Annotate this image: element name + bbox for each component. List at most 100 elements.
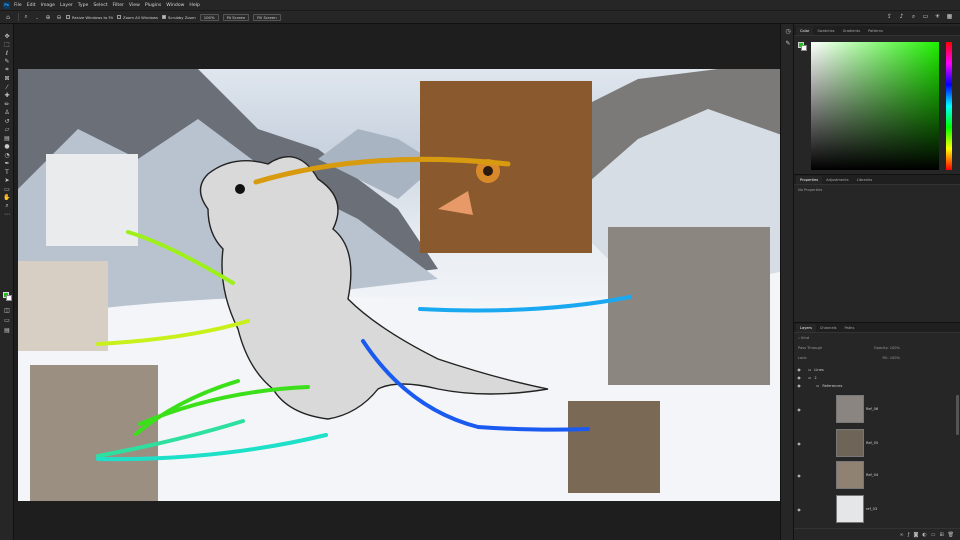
eyedropper-icon[interactable]: ⁄ (2, 83, 12, 92)
healing-icon[interactable]: ✚ (2, 92, 12, 101)
lasso-icon[interactable]: ℓ (2, 49, 12, 58)
chevron-down-icon[interactable]: ⌄ (33, 13, 41, 21)
zoom-icon[interactable]: ⌕ (2, 202, 12, 211)
layers-scrollbar[interactable] (956, 395, 959, 435)
tab-color[interactable]: Color (796, 27, 814, 35)
quick-select-icon[interactable]: ✎ (2, 58, 12, 67)
fill-screen-button[interactable]: Fill Screen (253, 13, 281, 21)
type-icon[interactable]: T (2, 168, 12, 177)
eye-icon[interactable]: ◉ (796, 375, 802, 380)
photoshop-logo[interactable]: Ps (3, 1, 10, 9)
new-group-icon[interactable]: ▭ (931, 532, 936, 538)
eye-icon[interactable]: ◉ (796, 507, 802, 512)
tab-libraries[interactable]: Libraries (853, 176, 877, 184)
move-icon[interactable]: ✥ (2, 32, 12, 41)
path-select-icon[interactable]: ➤ (2, 177, 12, 186)
menu-window[interactable]: Window (166, 3, 184, 8)
tab-properties[interactable]: Properties (796, 176, 823, 184)
fill-field[interactable]: Fill: 100% (883, 356, 900, 360)
menu-file[interactable]: File (14, 3, 22, 8)
screen-mode-icon[interactable]: ▭ (2, 316, 12, 325)
layer-row[interactable]: ◉ Ref_04 (794, 461, 954, 489)
search-icon[interactable]: ⌕ (909, 12, 918, 21)
bell-icon[interactable]: ♪ (897, 12, 906, 21)
frame-icon[interactable]: ⊠ (2, 75, 12, 84)
eraser-icon[interactable]: ▱ (2, 126, 12, 135)
kind-filter[interactable]: ⌕ Kind (794, 333, 960, 343)
panel-layout-icon[interactable]: ▦ (945, 12, 954, 21)
eye-icon[interactable]: ◉ (796, 407, 802, 412)
home-icon[interactable]: ⌂ (4, 13, 12, 21)
gradient-icon[interactable]: ▤ (2, 134, 12, 143)
tab-patterns[interactable]: Patterns (864, 27, 887, 35)
marquee-icon[interactable]: ⬚ (2, 41, 12, 50)
lightbulb-icon[interactable]: ☀ (933, 12, 942, 21)
menu-edit[interactable]: Edit (27, 3, 36, 8)
menu-plugins[interactable]: Plugins (145, 3, 161, 8)
color-panel-background-swatch[interactable] (801, 45, 807, 51)
brush-icon[interactable]: ✏ (2, 100, 12, 109)
layer-row[interactable]: ◉ Ref_05 (794, 429, 954, 457)
zoom-all-windows-checkbox[interactable]: Zoom All Windows (117, 15, 158, 20)
adjustment-icon[interactable]: ◐ (922, 532, 926, 538)
trash-icon[interactable]: 🗑 (948, 532, 954, 538)
brush-settings-icon[interactable]: ✎ (783, 39, 793, 48)
color-picker-field[interactable] (811, 42, 939, 170)
more-tools-icon[interactable]: ⋯ (2, 211, 12, 220)
menu-layer[interactable]: Layer (60, 3, 73, 8)
share-icon[interactable]: ⇪ (885, 12, 894, 21)
zoom-100-button[interactable]: 100% (199, 13, 219, 21)
tab-paths[interactable]: Paths (841, 324, 859, 332)
resize-windows-checkbox[interactable]: Resize Windows to Fit (66, 15, 113, 20)
zoom-tool-icon[interactable]: ⌕ (22, 13, 30, 21)
edit-toolbar-icon[interactable]: ▤ (2, 326, 12, 335)
canvas-area[interactable] (14, 24, 793, 540)
tab-layers[interactable]: Layers (796, 324, 816, 332)
blend-mode-row: Pass Through Opacity: 100% (794, 343, 904, 353)
workspace-icon[interactable]: ▭ (921, 12, 930, 21)
hand-icon[interactable]: ✋ (2, 194, 12, 203)
pen-icon[interactable]: ✒ (2, 160, 12, 169)
fit-screen-button[interactable]: Fit Screen (222, 13, 250, 21)
zoom-out-icon[interactable]: ⊖ (55, 13, 63, 21)
menu-type[interactable]: Type (78, 3, 89, 8)
tab-gradients[interactable]: Gradients (839, 27, 865, 35)
document-canvas[interactable] (18, 69, 793, 501)
tab-channels[interactable]: Channels (816, 324, 841, 332)
eye-icon[interactable]: ◉ (796, 473, 802, 478)
blur-icon[interactable]: ● (2, 143, 12, 152)
layer-row[interactable]: ◉ Ref_06 (794, 395, 954, 423)
new-layer-icon[interactable]: ⊞ (939, 532, 943, 538)
zoom-in-icon[interactable]: ⊕ (44, 13, 52, 21)
opacity-field[interactable]: Opacity: 100% (874, 346, 900, 350)
blend-mode-select[interactable]: Pass Through (798, 346, 822, 350)
tab-adjustments[interactable]: Adjustments (822, 176, 853, 184)
layer-row[interactable]: ◉ ref_03 (794, 495, 954, 523)
menu-image[interactable]: Image (41, 3, 55, 8)
quick-mask-icon[interactable]: ◫ (2, 306, 12, 315)
mask-icon[interactable]: ◙ (913, 532, 918, 538)
menu-help[interactable]: Help (189, 3, 199, 8)
fx-icon[interactable]: ƒ (908, 532, 910, 538)
crop-icon[interactable]: ⌗ (2, 66, 12, 75)
link-layers-icon[interactable]: ∞ (900, 532, 904, 538)
layer-row[interactable]: ◉ ▭ References (794, 383, 954, 388)
eye-icon[interactable]: ◉ (796, 383, 802, 388)
menu-bar: Ps File Edit Image Layer Type Select Fil… (0, 0, 960, 10)
layer-row[interactable]: ◉ ▭ 2 (794, 375, 954, 380)
tab-swatches[interactable]: Swatches (813, 27, 838, 35)
stamp-icon[interactable]: ♙ (2, 109, 12, 118)
menu-filter[interactable]: Filter (113, 3, 124, 8)
eye-icon[interactable]: ◉ (796, 441, 802, 446)
dodge-icon[interactable]: ◔ (2, 151, 12, 160)
history-brush-icon[interactable]: ↺ (2, 117, 12, 126)
shape-icon[interactable]: ▭ (2, 185, 12, 194)
menu-view[interactable]: View (129, 3, 140, 8)
hue-slider[interactable] (946, 42, 952, 170)
background-color-swatch[interactable] (6, 295, 12, 301)
scrubby-zoom-checkbox[interactable]: Scrubby Zoom (162, 15, 196, 20)
eye-icon[interactable]: ◉ (796, 367, 802, 372)
history-icon[interactable]: ◷ (783, 27, 793, 36)
layer-row[interactable]: ◉ ▭ Lines (794, 367, 954, 372)
menu-select[interactable]: Select (93, 3, 107, 8)
